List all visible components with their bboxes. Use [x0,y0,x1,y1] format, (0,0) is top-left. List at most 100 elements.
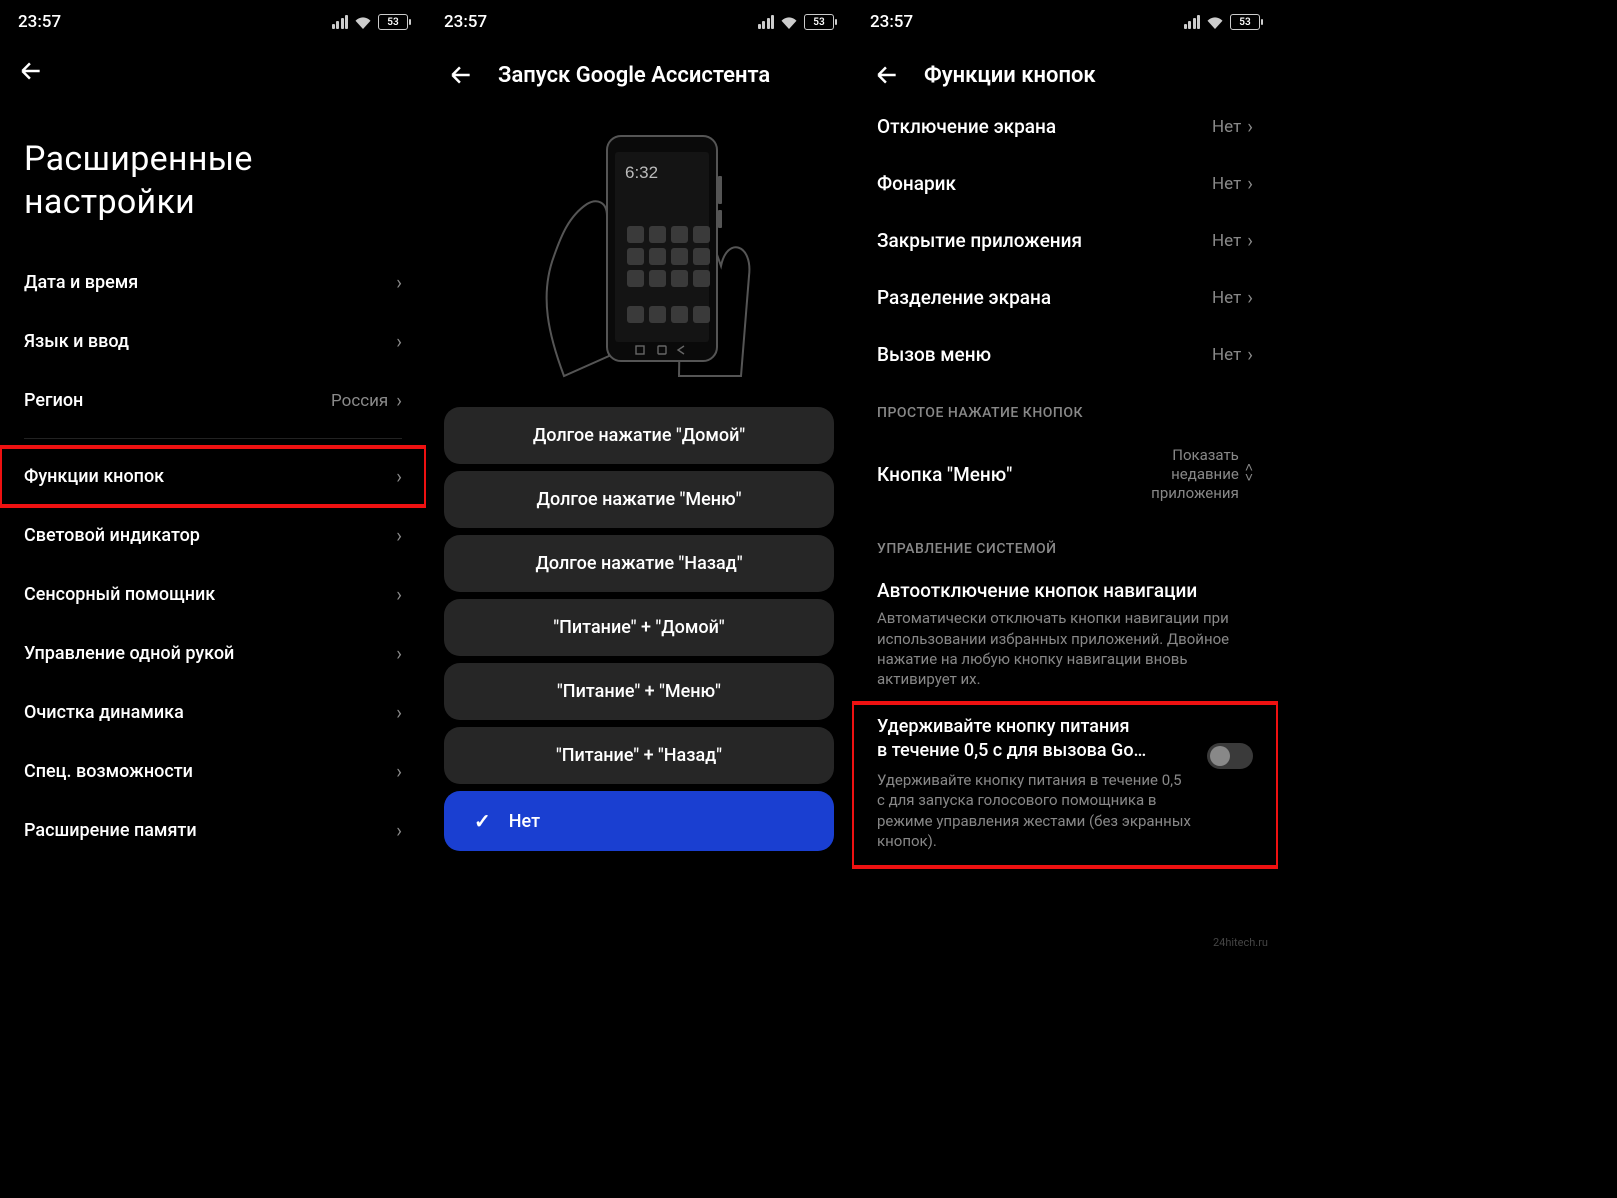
chevron-right-icon: › [1247,229,1253,252]
watermark: 24hitech.ru [1213,936,1268,949]
row-label: Световой индикатор [24,525,200,546]
row-touch-assistant[interactable]: Сенсорный помощник › [0,565,426,624]
battery-icon: 53 [378,14,408,30]
row-call-menu[interactable]: Вызов меню Нет › [852,326,1278,383]
row-speaker-cleaning[interactable]: Очистка динамика › [0,683,426,742]
option-long-press-home[interactable]: Долгое нажатие "Домой" [444,407,834,464]
row-close-app[interactable]: Закрытие приложения Нет › [852,212,1278,269]
status-bar: 23:57 53 [0,0,426,44]
row-region[interactable]: Регион Россия › [0,371,426,430]
row-label: Спец. возможности [24,761,193,782]
row-label: Разделение экрана [877,286,1051,309]
check-icon: ✓ [474,809,491,833]
row-button-functions[interactable]: Функции кнопок › [0,447,426,506]
row-value: Нет [1212,117,1241,137]
row-label: Очистка динамика [24,702,184,723]
page-title: Расширенныенастройки [0,98,426,253]
chevron-right-icon: › [396,330,402,353]
row-label: Вызов меню [877,343,991,366]
page-title: Запуск Google Ассистента [498,63,770,88]
option-label: Нет [509,811,540,832]
row-value: Нет [1212,345,1241,365]
row-label: Закрытие приложения [877,229,1082,252]
separator [24,438,402,439]
clock: 23:57 [870,12,913,32]
row-label: Функции кнопок [24,466,164,487]
signal-icon [332,15,349,29]
chevron-right-icon: › [396,271,402,294]
row-value: Нет [1212,174,1241,194]
battery-icon: 53 [1230,14,1260,30]
row-label: Кнопка "Меню" [877,463,1012,486]
header: Запуск Google Ассистента [426,44,852,98]
row-auto-disable-nav[interactable]: Автоотключение кнопок навигации Автомати… [852,565,1278,703]
status-icons: 53 [758,14,835,30]
header: Функции кнопок [852,44,1278,98]
chevron-right-icon: › [1247,172,1253,195]
wifi-icon [780,15,798,29]
section-system-control: УПРАВЛЕНИЕ СИСТЕМОЙ [852,519,1278,565]
signal-icon [1184,15,1201,29]
section-simple-press: ПРОСТОЕ НАЖАТИЕ КНОПОК [852,383,1278,429]
chevron-right-icon: › [396,642,402,665]
row-language-input[interactable]: Язык и ввод › [0,312,426,371]
clock: 23:57 [444,12,487,32]
status-bar: 23:57 53 [426,0,852,44]
row-menu-button[interactable]: Кнопка "Меню" Показать недавние приложен… [852,429,1278,519]
chevron-right-icon: › [396,819,402,842]
option-none[interactable]: ✓ Нет [444,791,834,851]
chevron-right-icon: › [1247,343,1253,366]
row-label: Дата и время [24,272,138,293]
row-hold-power-assistant[interactable]: Удерживайте кнопку питанияв течение 0,5 … [852,703,1278,867]
status-icons: 53 [1184,14,1261,30]
back-button[interactable] [14,54,48,88]
chevron-right-icon: › [1247,286,1253,309]
toggle-switch[interactable] [1207,743,1253,769]
illus-time: 6:32 [625,163,658,182]
signal-icon [758,15,775,29]
block-description: Автоматически отключать кнопки навигации… [877,608,1253,689]
row-value: Нет [1212,231,1241,251]
chevron-right-icon: › [396,701,402,724]
row-date-time[interactable]: Дата и время › [0,253,426,312]
option-long-press-menu[interactable]: Долгое нажатие "Меню" [444,471,834,528]
row-value: Нет [1212,288,1241,308]
row-label: Язык и ввод [24,331,129,352]
row-memory-extension[interactable]: Расширение памяти › [0,801,426,860]
option-power-back[interactable]: "Питание" + "Назад" [444,727,834,784]
battery-icon: 53 [804,14,834,30]
row-value: Россия [331,391,388,411]
chevron-right-icon: › [396,583,402,606]
option-power-home[interactable]: "Питание" + "Домой" [444,599,834,656]
back-button[interactable] [444,58,478,92]
row-led-indicator[interactable]: Световой индикатор › [0,506,426,565]
row-label: Фонарик [877,172,956,195]
status-icons: 53 [332,14,409,30]
row-flashlight[interactable]: Фонарик Нет › [852,155,1278,212]
row-split-screen[interactable]: Разделение экрана Нет › [852,269,1278,326]
chevron-right-icon: › [396,389,402,412]
status-bar: 23:57 53 [852,0,1278,44]
wifi-icon [1206,15,1224,29]
clock: 23:57 [18,12,61,32]
row-label: Регион [24,390,83,411]
block-title: Автоотключение кнопок навигации [877,579,1253,602]
chevron-right-icon: › [1247,115,1253,138]
row-screen-off[interactable]: Отключение экрана Нет› [852,98,1278,155]
chevron-right-icon: › [396,524,402,547]
chevron-right-icon: › [396,760,402,783]
row-label: Сенсорный помощник [24,584,215,605]
page-title: Функции кнопок [924,63,1096,88]
row-accessibility[interactable]: Спец. возможности › [0,742,426,801]
pane-button-functions: 23:57 53 Функции кнопок Отключение экран… [852,0,1278,955]
row-label: Расширение памяти [24,820,197,841]
row-label: Управление одной рукой [24,643,234,664]
option-power-menu[interactable]: "Питание" + "Меню" [444,663,834,720]
row-one-handed[interactable]: Управление одной рукой › [0,624,426,683]
block-description: Удерживайте кнопку питания в течение 0,5… [877,770,1191,851]
pane-google-assistant-launch: 23:57 53 Запуск Google Ассистента 6:32 [426,0,852,955]
chevron-right-icon: › [396,465,402,488]
wifi-icon [354,15,372,29]
back-button[interactable] [870,58,904,92]
option-long-press-back[interactable]: Долгое нажатие "Назад" [444,535,834,592]
